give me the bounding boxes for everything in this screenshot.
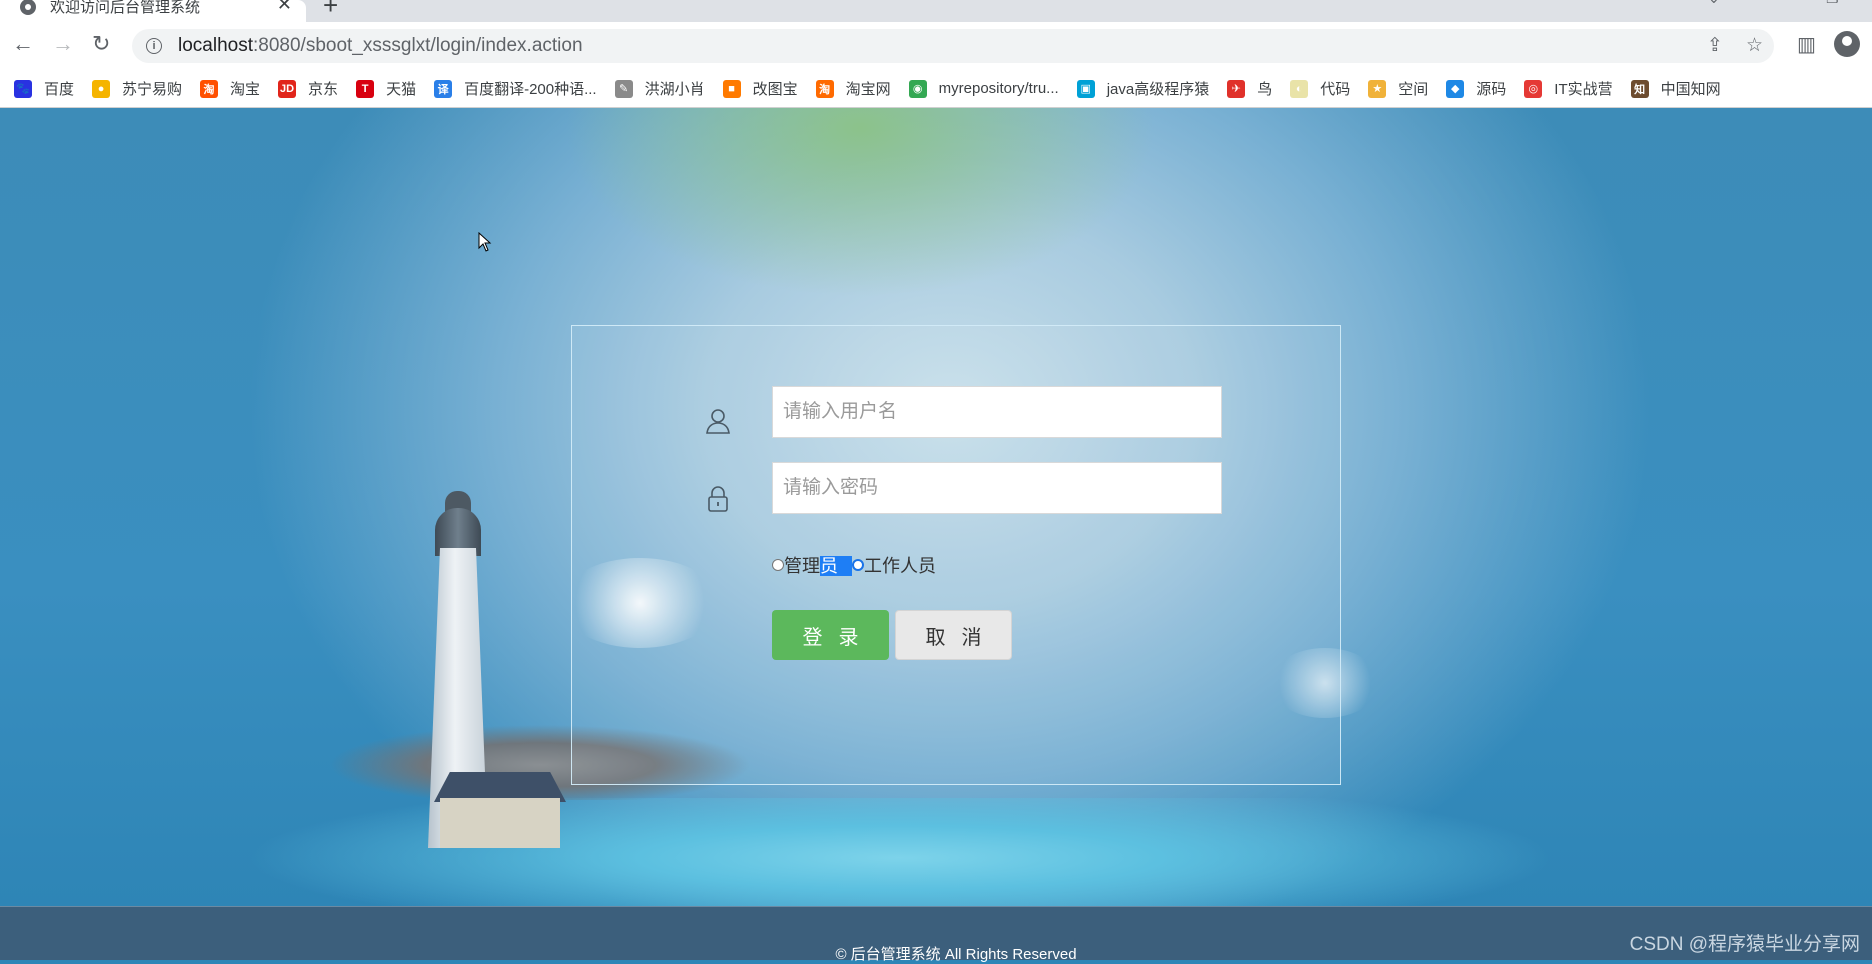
bookmark-label: 天猫 [386,81,417,98]
url-text[interactable]: localhost:8080/sboot_xsssglxt/login/inde… [178,35,583,57]
bookmark-item[interactable]: ✎ 洪湖小肖 [614,78,705,99]
it-camp-icon: ◎ [1524,79,1543,98]
translate-icon: 译 [434,79,453,98]
role-admin-label-selected: 员 [820,556,852,576]
qzone-icon: ★ [1368,79,1387,98]
tab-strip: 欢迎访问后台管理系统 ✕ + ⌄ ❐ [0,0,1872,22]
taobao-icon: 淘 [200,79,219,98]
bilibili-icon: ▣ [1076,79,1095,98]
browser-tab[interactable]: 欢迎访问后台管理系统 ✕ [0,0,306,22]
code-icon: ◐ [1290,79,1309,98]
radio-staff[interactable] [852,559,864,571]
tab-search-icon[interactable]: ⌄ [1708,0,1720,7]
bookmark-star-icon[interactable]: ☆ [1746,34,1763,57]
mouse-cursor-icon [478,232,492,252]
globe-icon [20,0,36,15]
gaitubao-icon: ■ [722,79,741,98]
role-staff-label[interactable]: 工作人员 [864,552,936,578]
url-path: :8080/sboot_xsssglxt/login/index.action [253,35,583,56]
bookmark-item[interactable]: T 天猫 [356,78,416,99]
bookmark-label: 洪湖小肖 [644,81,705,98]
bird-icon: ✈ [1227,79,1246,98]
bookmark-label: 代码 [1320,81,1351,98]
baidu-paw-icon: 🐾 [14,79,32,98]
bookmark-item[interactable]: 译百度翻译-200种语... [434,78,597,99]
bookmark-item[interactable]: 淘淘宝网 [815,78,891,99]
bookmark-label: 中国知网 [1660,81,1721,98]
bookmark-item[interactable]: 🐾 百度 [14,78,74,99]
bookmark-item[interactable]: 知中国知网 [1630,78,1721,99]
fox-icon: ✎ [614,79,633,98]
forward-arrow-icon[interactable]: → [52,32,74,56]
share-icon[interactable]: ⇪ [1707,34,1723,57]
bookmark-label: 百度 [44,81,75,98]
lock-icon [708,486,728,512]
tab-title: 欢迎访问后台管理系统 [50,0,201,16]
bookmark-item[interactable]: 淘淘宝 [200,78,260,99]
bookmark-item[interactable]: ● 苏宁易购 [92,78,182,99]
role-selector: 管理员 工作人员 [772,552,936,578]
restore-window-icon[interactable]: ❐ [1826,0,1839,7]
cancel-button[interactable]: 取消 [895,610,1012,660]
login-button[interactable]: 登录 [772,610,889,660]
profile-avatar-icon[interactable] [1834,31,1860,57]
bookmark-item[interactable]: ◆ 源码 [1446,78,1506,99]
back-arrow-icon[interactable]: ← [12,32,34,56]
taobao-net-icon: 淘 [815,79,834,98]
bookmark-label: myrepository/tru... [938,80,1059,97]
page-footer: © 后台管理系统 All Rights Reserved CSDN @程序猿毕业… [0,906,1872,963]
radio-admin[interactable] [772,559,784,571]
role-admin-label-a: 管理 [784,556,820,576]
bookmark-label: 空间 [1398,81,1429,98]
role-admin-label[interactable]: 管理员 [784,552,852,578]
login-form: 管理员 工作人员 登录 取消 [571,325,1341,785]
suning-icon: ● [92,79,111,98]
bookmark-label: 鸟 [1257,81,1273,98]
close-icon[interactable]: ✕ [277,0,292,15]
user-icon [706,409,730,434]
csdn-watermark: CSDN @程序猿毕业分享网 [1629,934,1860,955]
bookmark-item[interactable]: ✈ 鸟 [1227,78,1272,99]
bookmark-label: 源码 [1476,81,1507,98]
login-page: 管理员 工作人员 登录 取消 [0,108,1872,906]
site-info-icon[interactable]: i [146,38,162,54]
side-panel-icon[interactable]: ▥ [1797,32,1816,57]
bookmark-item[interactable]: ▣ java高级程序猿 [1076,78,1210,99]
bookmark-item[interactable]: ★ 空间 [1368,78,1428,99]
browser-toolbar: ← → ↻ i localhost:8080/sboot_xsssglxt/lo… [0,22,1872,70]
bookmark-item[interactable]: ◎ IT实战营 [1524,78,1613,99]
jd-icon: JD [278,79,297,98]
bookmark-item[interactable]: ◐ 代码 [1290,78,1350,99]
bookmarks-bar: 🐾 百度 ● 苏宁易购淘淘宝 JD 京东 T 天猫译百度翻译-200种语... ✎ 洪湖小肖 ■ 改图… [0,70,1872,108]
bookmark-item[interactable]: ◉ myrepository/tru... [908,79,1059,98]
bookmark-label: 淘宝网 [845,81,891,98]
bookmark-item[interactable]: ■ 改图宝 [722,78,798,99]
reload-icon[interactable]: ↻ [92,32,110,56]
bookmark-label: 京东 [308,81,339,98]
url-host: localhost [178,35,253,56]
lighthouse-house [440,798,560,848]
username-input[interactable] [772,386,1222,438]
chrome-icon: ◉ [908,79,927,98]
cnki-icon: 知 [1630,79,1649,98]
bookmark-label: 百度翻译-200种语... [464,81,597,98]
bookmark-label: IT实战营 [1554,81,1613,98]
bookmark-label: 淘宝 [230,81,261,98]
bookmark-label: java高级程序猿 [1106,81,1210,98]
source-icon: ◆ [1446,79,1465,98]
address-bar[interactable]: i localhost:8080/sboot_xsssglxt/login/in… [132,29,1774,63]
new-tab-icon[interactable]: + [323,0,338,21]
copyright-text: © 后台管理系统 All Rights Reserved [835,946,1077,963]
bookmark-item[interactable]: JD 京东 [278,78,338,99]
bookmark-label: 改图宝 [752,81,798,98]
bookmark-label: 苏宁易购 [122,81,183,98]
password-input[interactable] [772,462,1222,514]
tmall-icon: T [356,79,375,98]
